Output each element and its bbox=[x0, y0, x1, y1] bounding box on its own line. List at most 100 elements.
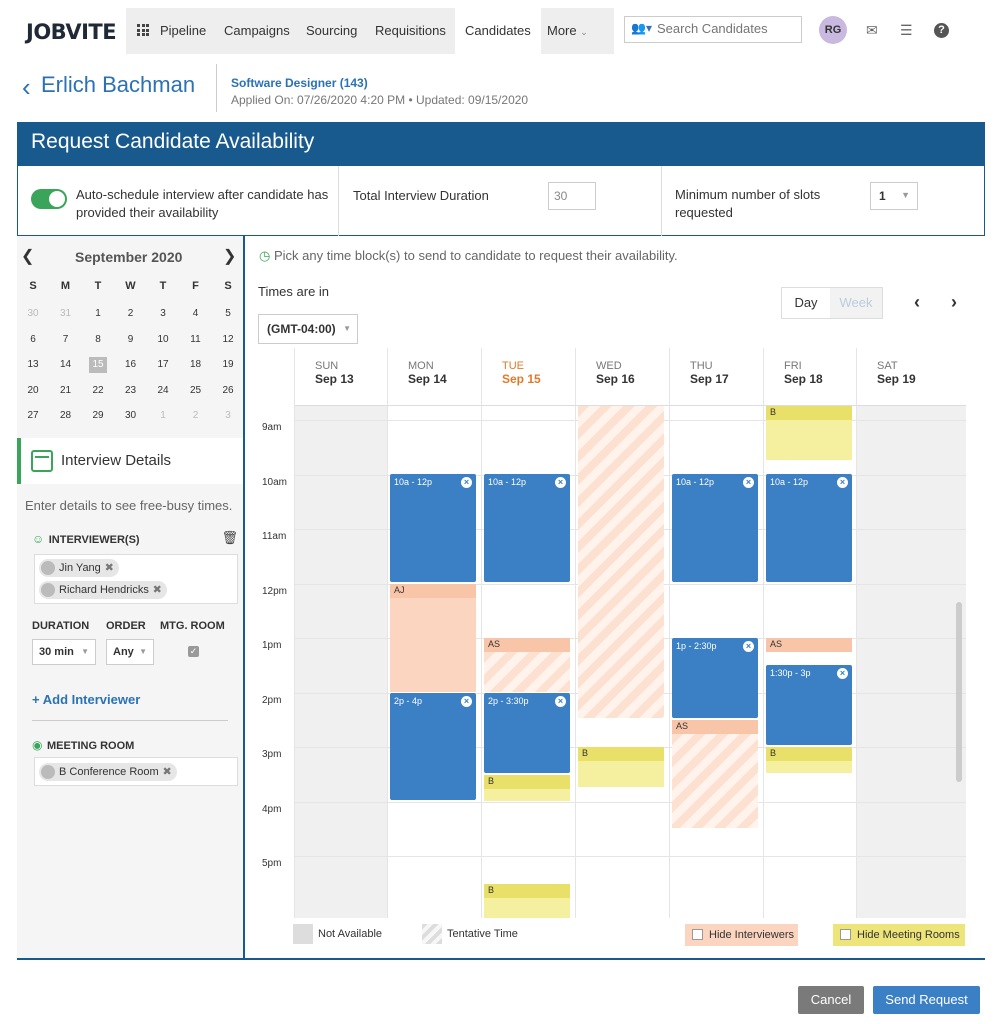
calendar-day[interactable]: 2 bbox=[187, 408, 205, 424]
auto-schedule-toggle[interactable] bbox=[31, 189, 67, 209]
calendar-day[interactable]: 14 bbox=[57, 357, 75, 373]
calendar-day[interactable]: 9 bbox=[122, 332, 140, 348]
duration-label: Total Interview Duration bbox=[353, 188, 489, 203]
close-icon[interactable]: × bbox=[461, 477, 472, 488]
time-block-label: 10a - 12p bbox=[676, 477, 715, 487]
next-week-icon[interactable]: › bbox=[951, 292, 957, 313]
close-icon[interactable]: × bbox=[837, 668, 848, 679]
calendar-day[interactable]: 6 bbox=[24, 332, 42, 348]
hide-rooms-checkbox[interactable] bbox=[840, 929, 851, 940]
calendar-day[interactable]: 11 bbox=[187, 332, 205, 348]
send-request-button[interactable]: Send Request bbox=[873, 986, 980, 1014]
calendar-day[interactable]: 18 bbox=[187, 357, 205, 373]
calendar-scrollbar[interactable] bbox=[956, 602, 962, 782]
calendar-day[interactable]: 23 bbox=[122, 383, 140, 399]
mail-icon[interactable]: ✉ bbox=[866, 22, 878, 39]
calendar-day[interactable]: 16 bbox=[122, 357, 140, 373]
time-block[interactable]: 1:30p - 3p × bbox=[766, 665, 852, 745]
grid-icon[interactable] bbox=[137, 24, 149, 36]
time-block[interactable]: 2p - 4p × bbox=[390, 693, 476, 800]
prev-month-icon[interactable]: ❮ bbox=[21, 246, 34, 266]
nav-sourcing[interactable]: Sourcing bbox=[298, 8, 365, 54]
calendar-day[interactable]: 7 bbox=[57, 332, 75, 348]
time-block[interactable]: 2p - 3:30p × bbox=[484, 693, 570, 773]
calendar-day[interactable]: 10 bbox=[154, 332, 172, 348]
help-icon[interactable]: ? bbox=[934, 23, 949, 38]
duration-input[interactable]: 30 bbox=[548, 182, 596, 210]
remove-icon[interactable]: ✖ bbox=[105, 559, 114, 577]
calendar-day[interactable]: 19 bbox=[219, 357, 237, 373]
close-icon[interactable]: × bbox=[555, 477, 566, 488]
calendar-day[interactable]: 15 bbox=[89, 357, 107, 373]
add-interviewer-button[interactable]: + Add Interviewer bbox=[32, 692, 140, 707]
hide-interviewers-checkbox[interactable] bbox=[692, 929, 703, 940]
calendar-day[interactable]: 1 bbox=[154, 408, 172, 424]
calendar-day[interactable]: 3 bbox=[154, 306, 172, 322]
calendar-day[interactable]: 29 bbox=[89, 408, 107, 424]
order-select[interactable]: Any ▼ bbox=[106, 639, 154, 665]
meeting-room-box[interactable]: B Conference Room ✖ bbox=[34, 757, 238, 786]
calendar-day[interactable]: 28 bbox=[57, 408, 75, 424]
job-title-link[interactable]: Software Designer (143) bbox=[231, 76, 368, 90]
search-box[interactable]: 👥▾ bbox=[624, 16, 802, 43]
close-icon[interactable]: × bbox=[461, 696, 472, 707]
calendar-day[interactable]: 26 bbox=[219, 383, 237, 399]
nav-more[interactable]: More ⌄ bbox=[539, 8, 596, 54]
left-panel: ❮ September 2020 ❯ S M T W T F S 30 31 1 2 3 4 5 6 7 8 9 1… bbox=[17, 236, 245, 958]
calendar-day[interactable]: 1 bbox=[89, 306, 107, 322]
calendar-day[interactable]: 30 bbox=[122, 408, 140, 424]
calendar-day[interactable]: 27 bbox=[24, 408, 42, 424]
time-block[interactable]: 10a - 12p × bbox=[672, 474, 758, 582]
calendar-day[interactable]: 30 bbox=[24, 306, 42, 322]
nav-campaigns[interactable]: Campaigns bbox=[216, 8, 298, 54]
calendar-day[interactable]: 8 bbox=[89, 332, 107, 348]
trash-icon[interactable]: 🗑 bbox=[221, 530, 238, 546]
min-slots-select[interactable]: 1 ▼ bbox=[870, 182, 918, 210]
calendar-day[interactable]: 31 bbox=[57, 306, 75, 322]
time-block[interactable]: 1p - 2:30p × bbox=[672, 638, 758, 718]
calendar-day[interactable]: 3 bbox=[219, 408, 237, 424]
calendar-day[interactable]: 24 bbox=[154, 383, 172, 399]
week-view-button[interactable]: Week bbox=[830, 288, 882, 318]
avatar[interactable]: RG bbox=[819, 16, 847, 44]
remove-icon[interactable]: ✖ bbox=[162, 763, 171, 781]
calendar-day[interactable]: 21 bbox=[57, 383, 75, 399]
calendar-day[interactable]: 12 bbox=[219, 332, 237, 348]
search-input[interactable] bbox=[657, 21, 797, 36]
remove-icon[interactable]: ✖ bbox=[153, 581, 162, 599]
jobvite-logo[interactable]: JOBVITE bbox=[26, 20, 117, 44]
hide-interviewers-toggle[interactable]: Hide Interviewers bbox=[685, 924, 798, 946]
time-block[interactable]: 10a - 12p × bbox=[484, 474, 570, 582]
interviewers-box[interactable]: Jin Yang ✖ Richard Hendricks ✖ bbox=[34, 554, 238, 604]
next-month-icon[interactable]: ❯ bbox=[223, 246, 236, 266]
day-column-sun[interactable] bbox=[294, 406, 387, 918]
calendar-day[interactable]: 2 bbox=[122, 306, 140, 322]
prev-week-icon[interactable]: ‹ bbox=[914, 292, 920, 313]
calendar-day[interactable]: 17 bbox=[154, 357, 172, 373]
calendar-day[interactable]: 22 bbox=[89, 383, 107, 399]
tasks-icon[interactable]: ☰ bbox=[900, 22, 913, 39]
calendar-day[interactable]: 25 bbox=[187, 383, 205, 399]
nav-candidates[interactable]: Candidates bbox=[455, 8, 541, 54]
cancel-button[interactable]: Cancel bbox=[798, 986, 864, 1014]
duration-select[interactable]: 30 min ▼ bbox=[32, 639, 96, 665]
day-column-sat[interactable] bbox=[856, 406, 966, 918]
close-icon[interactable]: × bbox=[743, 477, 754, 488]
mtg-room-checkbox[interactable]: ✓ bbox=[188, 646, 199, 657]
timezone-select[interactable]: (GMT-04:00) ▼ bbox=[258, 314, 358, 344]
close-icon[interactable]: × bbox=[837, 477, 848, 488]
day-view-button[interactable]: Day bbox=[782, 288, 830, 318]
calendar-day[interactable]: 4 bbox=[187, 306, 205, 322]
time-block[interactable]: 10a - 12p × bbox=[390, 474, 476, 582]
hide-rooms-toggle[interactable]: Hide Meeting Rooms bbox=[833, 924, 965, 946]
people-filter-icon[interactable]: 👥▾ bbox=[631, 21, 652, 35]
close-icon[interactable]: × bbox=[743, 641, 754, 652]
back-icon[interactable]: ‹ bbox=[22, 72, 31, 103]
time-block[interactable]: 10a - 12p × bbox=[766, 474, 852, 582]
calendar-day[interactable]: 13 bbox=[24, 357, 42, 373]
nav-requisitions[interactable]: Requisitions bbox=[367, 8, 454, 54]
calendar-day[interactable]: 20 bbox=[24, 383, 42, 399]
close-icon[interactable]: × bbox=[555, 696, 566, 707]
nav-pipeline[interactable]: Pipeline bbox=[152, 8, 214, 54]
calendar-day[interactable]: 5 bbox=[219, 306, 237, 322]
